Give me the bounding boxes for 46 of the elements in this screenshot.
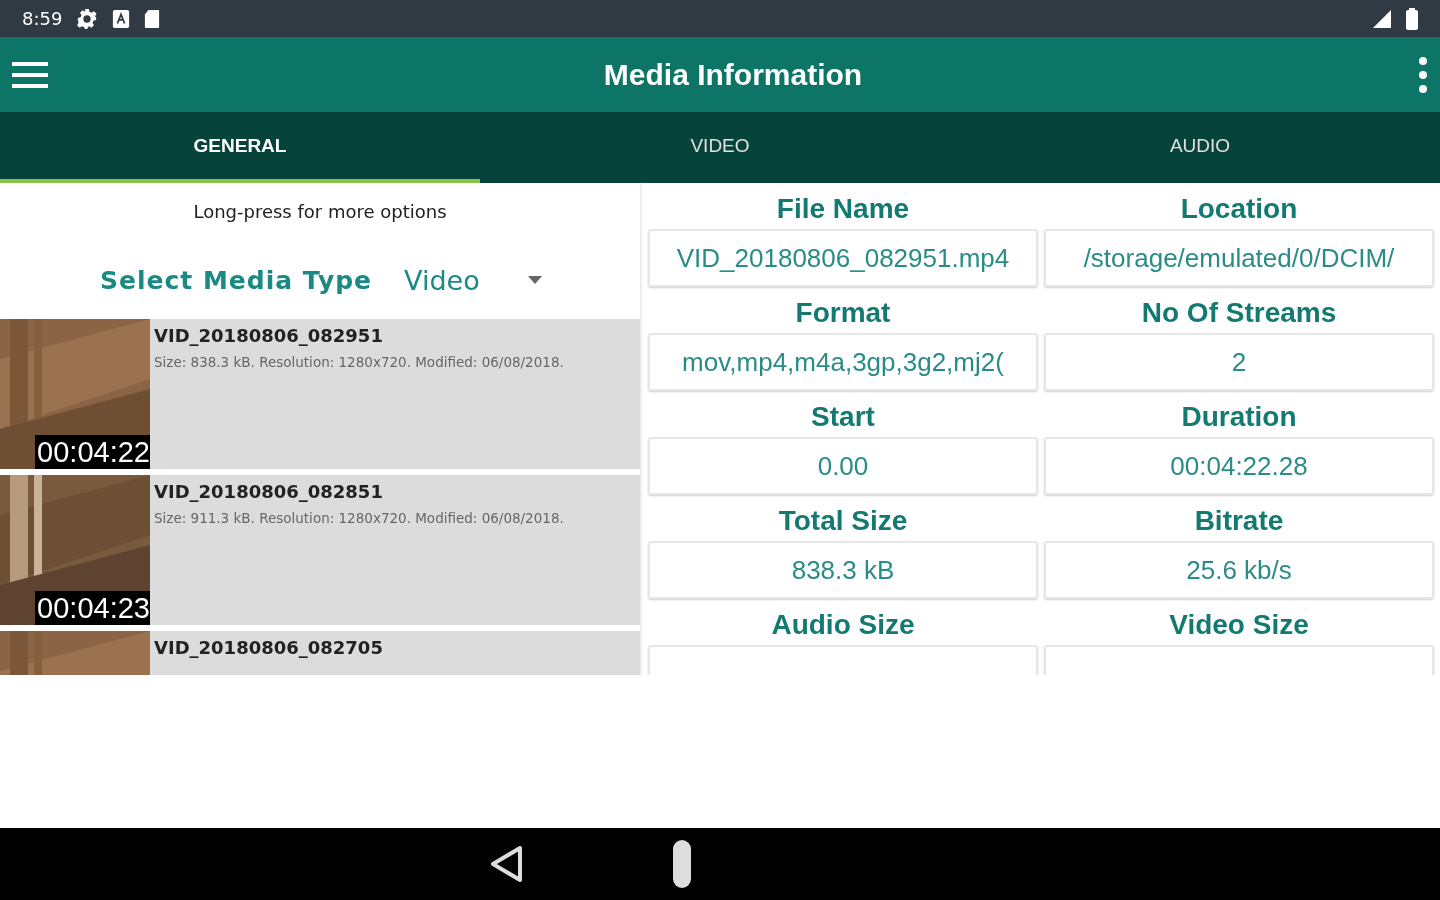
hint-text: Long-press for more options: [192, 200, 448, 224]
tab[interactable]: GENERAL: [0, 112, 480, 183]
signal-icon: [1372, 8, 1392, 29]
field-label: Video Size: [1168, 608, 1310, 642]
keyboard-a-icon: [112, 8, 131, 29]
info-field[interactable]: 2: [1044, 333, 1434, 391]
gear-icon: [76, 7, 99, 30]
sd-card-icon: [144, 8, 161, 29]
menu-button[interactable]: [10, 59, 50, 90]
info-field[interactable]: VID_20180806_082951.mp4: [648, 229, 1038, 287]
field-label: Audio Size: [770, 608, 916, 642]
back-button[interactable]: [489, 845, 523, 883]
media-list-item[interactable]: 00:04:22 VID_20180806_082951 Size: 838.3 kB. Resolution: 1280x720. Modified: 06/08/2018.: [0, 319, 640, 469]
more-options-button[interactable]: [1416, 54, 1430, 95]
field-label: Format: [794, 296, 892, 330]
field-label: File Name: [775, 192, 911, 226]
info-field[interactable]: 25.6 kb/s: [1044, 541, 1434, 599]
file-name: VID_20180806_082705: [154, 637, 383, 658]
field-label: Duration: [1180, 400, 1298, 434]
status-time: 8:59: [22, 8, 63, 29]
field-label: No Of Streams: [1140, 296, 1338, 330]
file-details: Size: 838.3 kB. Resolution: 1280x720. Modified: 06/08/2018.: [154, 354, 564, 370]
info-field[interactable]: /storage/emulated/0/DCIM/: [1044, 229, 1434, 287]
field-label: Total Size: [777, 504, 909, 538]
app-title: Media Information: [603, 57, 863, 92]
media-list-item[interactable]: VID_20180806_082705: [0, 631, 640, 675]
file-details: Size: 911.3 kB. Resolution: 1280x720. Modified: 06/08/2018.: [154, 510, 564, 526]
media-type-label: Select Media Type: [100, 265, 373, 295]
info-field[interactable]: 00:04:22.28: [1044, 437, 1434, 495]
file-name: VID_20180806_082951: [154, 325, 384, 346]
home-button[interactable]: [673, 840, 691, 888]
media-list-item[interactable]: 00:04:23 VID_20180806_082851 Size: 911.3 kB. Resolution: 1280x720. Modified: 06/08/2018.: [0, 475, 640, 625]
tab[interactable]: VIDEO: [480, 112, 960, 183]
info-field[interactable]: 0.00: [648, 437, 1038, 495]
tab[interactable]: AUDIO: [960, 112, 1440, 183]
field-label: Bitrate: [1193, 504, 1285, 538]
dropdown-arrow-icon: [527, 276, 542, 284]
field-label: Location: [1179, 192, 1299, 226]
info-field[interactable]: 838.3 kB: [648, 541, 1038, 599]
file-name: VID_20180806_082851: [154, 481, 384, 502]
duration-label: 00:04:23: [35, 591, 150, 625]
duration-label: 00:04:22: [35, 435, 150, 469]
field-label: Start: [810, 400, 876, 434]
info-field[interactable]: mov,mp4,m4a,3gp,3g2,mj2(: [648, 333, 1038, 391]
battery-icon: [1406, 7, 1418, 30]
media-type-dropdown[interactable]: Video: [404, 264, 542, 296]
